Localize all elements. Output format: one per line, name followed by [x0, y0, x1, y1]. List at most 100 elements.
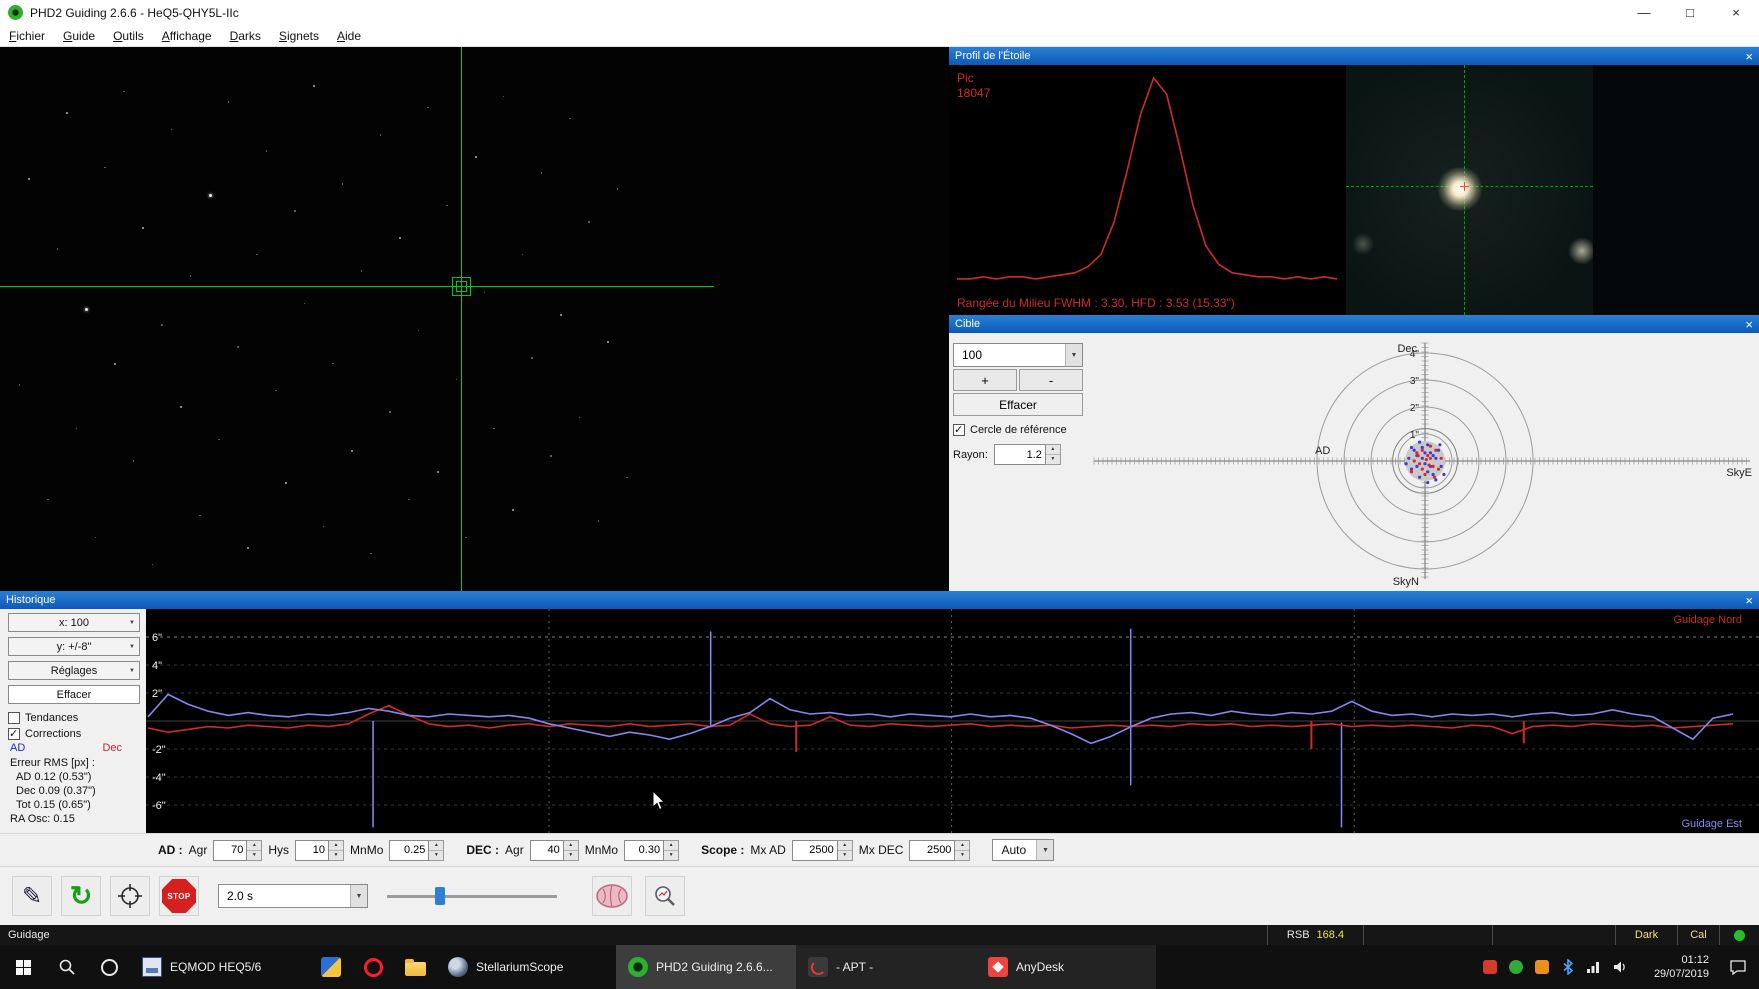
minimize-button[interactable]: —	[1621, 0, 1667, 25]
corrections-row: ✓ Corrections	[8, 726, 140, 741]
star	[379, 134, 382, 136]
network-tray-button[interactable]	[1581, 945, 1607, 989]
target-clear-button[interactable]: Effacer	[953, 393, 1083, 416]
menu-guide[interactable]: Guide	[54, 27, 104, 45]
history-yscale-select[interactable]: y: +/-8" ▼	[8, 637, 140, 656]
chevron-down-icon[interactable]: ▼	[1065, 344, 1082, 366]
history-xscale-select[interactable]: x: 100 ▼	[8, 613, 140, 632]
star	[161, 324, 163, 326]
taskbar-app-stellariumscope[interactable]: StellariumScope	[436, 945, 616, 989]
target-controls: 100 ▼ + - Effacer ✓ Cercle de référence	[953, 343, 1083, 465]
maximize-button[interactable]: □	[1667, 0, 1713, 25]
star	[170, 128, 173, 131]
star	[436, 471, 439, 474]
corrections-checkbox[interactable]: ✓	[8, 727, 20, 740]
starfield[interactable]	[0, 47, 949, 591]
tray-app-green[interactable]	[1503, 945, 1529, 989]
ad-aggression-spinner[interactable]: ▲▼	[213, 839, 263, 861]
ad-minmove-spinner[interactable]: ▲▼	[389, 839, 445, 861]
gamma-slider[interactable]	[387, 885, 557, 907]
dec-minmove-spinner[interactable]: ▲▼	[624, 839, 680, 861]
taskbar-app-phd2[interactable]: PHD2 Guiding 2.6.6...	[616, 945, 796, 989]
hysteresis-input[interactable]	[295, 839, 330, 861]
menu-affichage[interactable]: Affichage	[153, 27, 221, 45]
max-ad-input[interactable]	[791, 839, 838, 861]
svg-text:6": 6"	[152, 632, 162, 644]
trend-checkbox[interactable]	[8, 711, 20, 724]
taskbar-app-anydesk[interactable]: AnyDesk	[976, 945, 1156, 989]
bluetooth-tray-button[interactable]	[1555, 945, 1581, 989]
spinner-arrows[interactable]: ▲ ▼	[563, 839, 579, 861]
taskbar-clock[interactable]: 01:12 29/07/2019	[1633, 945, 1717, 989]
opera-button[interactable]	[352, 945, 394, 989]
stats-button[interactable]	[645, 876, 685, 916]
star	[351, 449, 354, 452]
star	[597, 520, 600, 522]
guide-button[interactable]	[592, 876, 632, 916]
history-settings-select[interactable]: Réglages ▼	[8, 661, 140, 680]
spinner-arrows[interactable]: ▲ ▼	[429, 839, 445, 861]
taskbar-app-apt[interactable]: - APT -	[796, 945, 976, 989]
menu-fichier[interactable]: Fichier	[0, 27, 54, 45]
hysteresis-spinner[interactable]: ▲▼	[295, 839, 345, 861]
loop-exposures-button[interactable]: ↻	[61, 876, 101, 916]
max-dec-input[interactable]	[909, 839, 956, 861]
menu-outils[interactable]: Outils	[104, 27, 153, 45]
spinner-arrows[interactable]: ▲ ▼	[664, 839, 680, 861]
pinned-app-button[interactable]	[310, 945, 352, 989]
target-close-icon[interactable]: ×	[1745, 318, 1753, 331]
target-zoom-select[interactable]: 100 ▼	[953, 343, 1083, 367]
clock-time: 01:12	[1681, 954, 1709, 966]
start-button[interactable]	[0, 945, 46, 989]
brain-icon	[596, 884, 628, 908]
ad-minmove-input[interactable]	[389, 839, 430, 861]
radius-spinner[interactable]: ▲▼	[993, 444, 1061, 465]
radius-input[interactable]	[993, 444, 1046, 465]
menu-aide[interactable]: Aide	[328, 27, 370, 45]
max-ad-spinner[interactable]: ▲▼	[791, 839, 853, 861]
exposure-select[interactable]: 2.0 s ▼	[218, 884, 368, 908]
chevron-down-icon[interactable]: ▼	[350, 885, 367, 907]
history-close-icon[interactable]: ×	[1745, 594, 1753, 607]
spinner-arrows[interactable]: ▲ ▼	[837, 839, 853, 861]
file-explorer-button[interactable]	[394, 945, 436, 989]
dec-aggression-input[interactable]	[529, 839, 564, 861]
max-dec-spinner[interactable]: ▲▼	[909, 839, 971, 861]
cortana-button[interactable]	[88, 945, 130, 989]
tray-app-red[interactable]	[1477, 945, 1503, 989]
connect-equipment-button[interactable]: ✎	[12, 876, 52, 916]
target-zoom-in-button[interactable]: +	[953, 369, 1017, 391]
spinner-arrows[interactable]: ▲ ▼	[329, 839, 345, 861]
ref-circle-checkbox[interactable]: ✓	[953, 424, 965, 436]
target-zoom-out-button[interactable]: -	[1019, 369, 1083, 391]
star	[256, 253, 258, 256]
dec-mode-select[interactable]: Auto ▼	[992, 839, 1055, 861]
menu-signets[interactable]: Signets	[270, 27, 328, 45]
radius-spinner-arrows[interactable]: ▲ ▼	[1045, 444, 1061, 465]
speaker-icon	[1614, 961, 1625, 973]
volume-tray-button[interactable]	[1607, 945, 1633, 989]
dec-minmove-input[interactable]	[624, 839, 665, 861]
selected-star-inner-box	[456, 281, 467, 292]
star	[313, 85, 316, 88]
stop-button[interactable]: STOP	[159, 876, 199, 916]
svg-text:4": 4"	[152, 660, 162, 672]
svg-text:AD: AD	[1315, 445, 1330, 457]
chevron-down-icon[interactable]: ▼	[1036, 840, 1054, 860]
spinner-arrows[interactable]: ▲ ▼	[955, 839, 971, 861]
spinner-arrows[interactable]: ▲ ▼	[247, 839, 263, 861]
taskbar-app-eqmod[interactable]: EQMOD HEQ5/6	[130, 945, 310, 989]
tray-app-orange[interactable]	[1529, 945, 1555, 989]
slider-thumb[interactable]	[434, 887, 445, 905]
ad-aggression-input[interactable]	[213, 839, 248, 861]
taskbar-search-button[interactable]	[46, 945, 88, 989]
dec-aggression-spinner[interactable]: ▲▼	[529, 839, 579, 861]
action-center-button[interactable]	[1717, 945, 1759, 989]
history-clear-button[interactable]: Effacer	[8, 685, 140, 704]
auto-select-star-button[interactable]	[110, 876, 150, 916]
crosshair-vertical	[461, 47, 462, 591]
close-button[interactable]: ×	[1713, 0, 1759, 25]
menu-darks[interactable]: Darks	[221, 27, 270, 45]
profile-close-icon[interactable]: ×	[1745, 50, 1753, 63]
corrections-label: Corrections	[25, 727, 82, 740]
